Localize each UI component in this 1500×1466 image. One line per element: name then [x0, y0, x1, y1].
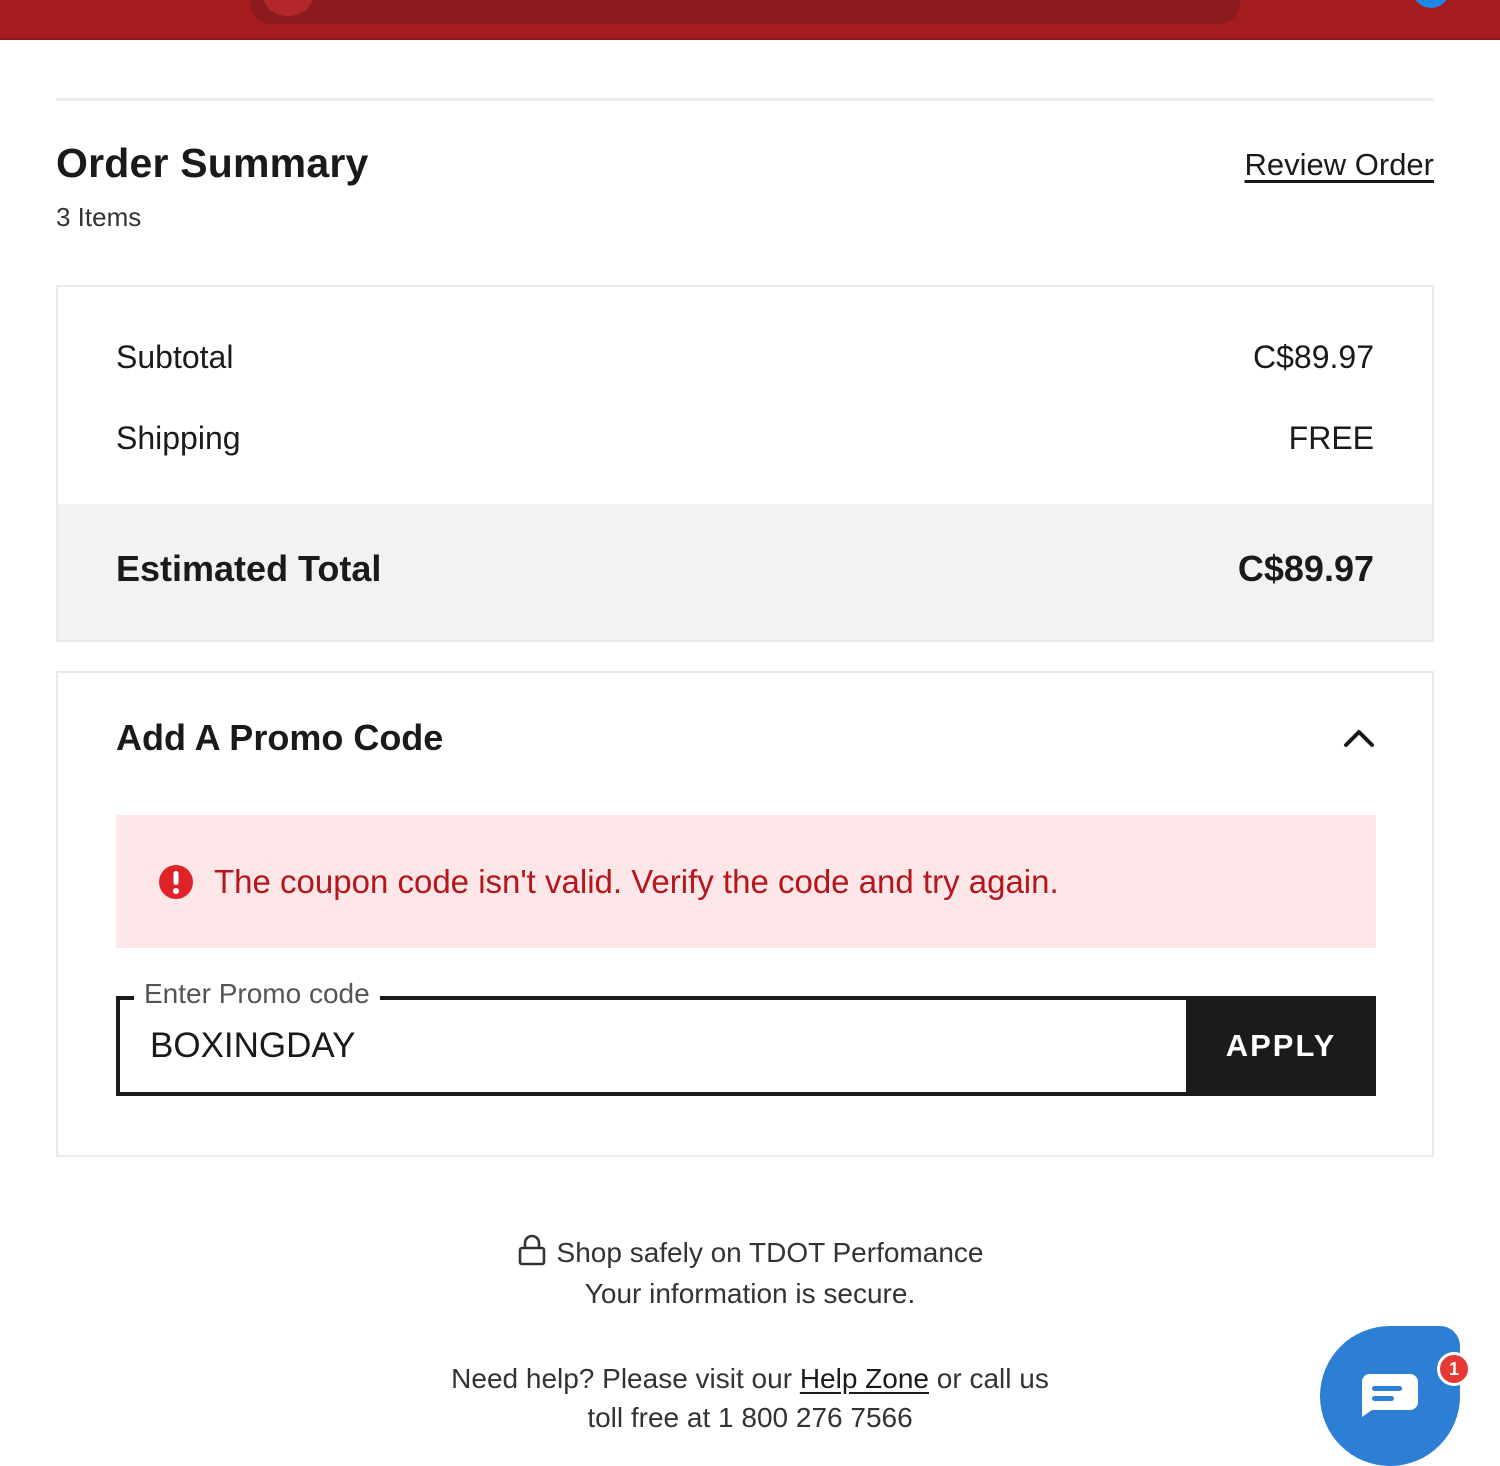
shipping-label: Shipping — [116, 419, 241, 456]
order-totals-card: Subtotal C$89.97 Shipping FREE Estimated… — [56, 285, 1434, 642]
promo-error-message: The coupon code isn't valid. Verify the … — [214, 862, 1059, 900]
promo-error-alert: The coupon code isn't valid. Verify the … — [116, 815, 1376, 948]
chat-unread-badge: 1 — [1437, 1352, 1471, 1386]
help-phone-text: toll free at 1 800 276 7566 — [587, 1402, 913, 1433]
subtotal-row: Subtotal C$89.97 — [116, 337, 1374, 377]
top-banner — [0, 0, 1500, 40]
help-zone-link[interactable]: Help Zone — [800, 1363, 929, 1394]
chevron-up-icon[interactable] — [1342, 723, 1376, 753]
promo-code-heading[interactable]: Add A Promo Code — [116, 717, 443, 759]
estimated-total-label: Estimated Total — [116, 548, 382, 589]
lock-icon — [518, 1234, 545, 1266]
error-icon — [159, 864, 193, 899]
estimated-total-row: Estimated Total C$89.97 — [116, 548, 1374, 590]
help-suffix-text: or call us — [936, 1363, 1049, 1394]
estimated-total-band: Estimated Total C$89.97 — [58, 504, 1432, 640]
subtotal-label: Subtotal — [116, 338, 234, 375]
shipping-value: FREE — [1288, 419, 1374, 456]
divider — [56, 98, 1434, 101]
promo-code-input[interactable] — [150, 1022, 1150, 1070]
promo-code-field: Enter Promo code — [116, 978, 1186, 1096]
page-title: Order Summary — [56, 140, 369, 186]
help-line: Need help? Please visit our Help Zone or… — [0, 1363, 1500, 1395]
chat-launcher-button[interactable] — [1320, 1326, 1460, 1466]
banner-message-pill[interactable] — [250, 0, 1240, 24]
estimated-total-value: C$89.97 — [1237, 548, 1374, 589]
subtotal-value: C$89.97 — [1253, 338, 1374, 375]
shipping-row: Shipping FREE — [116, 418, 1374, 458]
secure-shopping-line: Shop safely on TDOT Perfomance — [0, 1234, 1500, 1269]
account-avatar[interactable] — [1412, 0, 1450, 8]
review-order-link[interactable]: Review Order — [1245, 147, 1435, 183]
help-prefix-text: Need help? Please visit our — [451, 1363, 793, 1394]
chat-bubble-icon — [1361, 1374, 1418, 1417]
secure-info-text: Your information is secure. — [584, 1278, 916, 1309]
promo-code-field-label: Enter Promo code — [134, 978, 380, 1010]
promo-code-panel: Add A Promo Code The coupon code isn't v… — [56, 671, 1434, 1157]
apply-promo-button[interactable]: APPLY — [1186, 996, 1376, 1096]
secure-shopping-text: Shop safely on TDOT Perfomance — [556, 1237, 984, 1268]
item-count: 3 Items — [56, 202, 142, 232]
